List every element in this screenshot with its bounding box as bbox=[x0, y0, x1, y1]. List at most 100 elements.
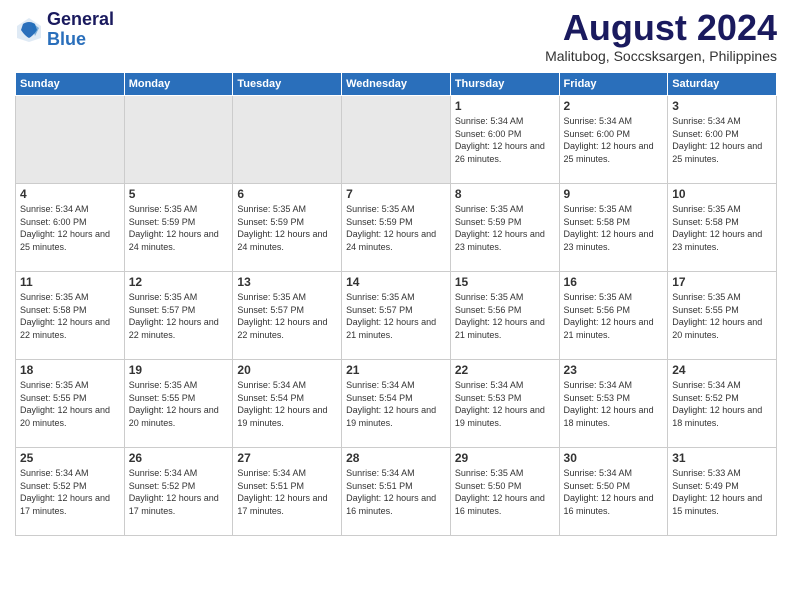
day-number: 11 bbox=[20, 275, 120, 289]
logo-text: General Blue bbox=[47, 10, 114, 50]
day-number: 1 bbox=[455, 99, 555, 113]
day-number: 29 bbox=[455, 451, 555, 465]
calendar-cell: 28Sunrise: 5:34 AMSunset: 5:51 PMDayligh… bbox=[342, 448, 451, 536]
calendar-cell: 16 Sunrise: 5:35 AMSunset: 5:56 PMDayligh… bbox=[559, 272, 668, 360]
day-info: Sunrise: 5:35 AMSunset: 5:59 PMDaylight:… bbox=[346, 203, 446, 253]
header: General Blue August 2024 Malitubog, Socc… bbox=[15, 10, 777, 64]
day-info: Sunrise: 5:34 AMSunset: 6:00 PMDaylight:… bbox=[20, 203, 120, 253]
week-row: 4 Sunrise: 5:34 AMSunset: 6:00 PMDaylight… bbox=[16, 184, 777, 272]
day-number: 6 bbox=[237, 187, 337, 201]
calendar-cell: 8Sunrise: 5:35 AMSunset: 5:59 PMDaylight… bbox=[450, 184, 559, 272]
calendar-cell: 31Sunrise: 5:33 AMSunset: 5:49 PMDayligh… bbox=[668, 448, 777, 536]
weekday-header: Monday bbox=[124, 73, 233, 96]
day-number: 25 bbox=[20, 451, 120, 465]
day-number: 23 bbox=[564, 363, 664, 377]
day-info: Sunrise: 5:35 AMSunset: 5:59 PMDaylight:… bbox=[237, 203, 337, 253]
day-number: 20 bbox=[237, 363, 337, 377]
day-info: Sunrise: 5:34 AMSunset: 5:51 PMDaylight:… bbox=[237, 467, 337, 517]
day-number: 19 bbox=[129, 363, 229, 377]
calendar-cell: 14 Sunrise: 5:35 AMSunset: 5:57 PMDayligh… bbox=[342, 272, 451, 360]
day-number: 21 bbox=[346, 363, 446, 377]
day-number: 5 bbox=[129, 187, 229, 201]
calendar-cell: 7Sunrise: 5:35 AMSunset: 5:59 PMDaylight… bbox=[342, 184, 451, 272]
calendar-cell: 11Sunrise: 5:35 AMSunset: 5:58 PMDayligh… bbox=[16, 272, 125, 360]
calendar-cell: 19Sunrise: 5:35 AMSunset: 5:55 PMDayligh… bbox=[124, 360, 233, 448]
calendar-cell bbox=[233, 96, 342, 184]
day-number: 22 bbox=[455, 363, 555, 377]
calendar-cell: 23 Sunrise: 5:34 AMSunset: 5:53 PMDayligh… bbox=[559, 360, 668, 448]
calendar-cell: 5 Sunrise: 5:35 AMSunset: 5:59 PMDaylight… bbox=[124, 184, 233, 272]
day-number: 4 bbox=[20, 187, 120, 201]
day-info: Sunrise: 5:34 AMSunset: 5:52 PMDaylight:… bbox=[129, 467, 229, 517]
week-row: 1 Sunrise: 5:34 AMSunset: 6:00 PMDaylight… bbox=[16, 96, 777, 184]
day-info: Sunrise: 5:34 AMSunset: 5:54 PMDaylight:… bbox=[346, 379, 446, 429]
day-info: Sunrise: 5:34 AMSunset: 5:50 PMDaylight:… bbox=[564, 467, 664, 517]
day-number: 14 bbox=[346, 275, 446, 289]
day-number: 17 bbox=[672, 275, 772, 289]
calendar-cell: 1 Sunrise: 5:34 AMSunset: 6:00 PMDaylight… bbox=[450, 96, 559, 184]
calendar-cell: 13 Sunrise: 5:35 AMSunset: 5:57 PMDayligh… bbox=[233, 272, 342, 360]
calendar-cell: 24 Sunrise: 5:34 AMSunset: 5:52 PMDayligh… bbox=[668, 360, 777, 448]
day-info: Sunrise: 5:35 AMSunset: 5:59 PMDaylight:… bbox=[129, 203, 229, 253]
day-info: Sunrise: 5:35 AMSunset: 5:57 PMDaylight:… bbox=[129, 291, 229, 341]
day-number: 24 bbox=[672, 363, 772, 377]
title-block: August 2024 Malitubog, Soccsksargen, Phi… bbox=[545, 10, 777, 64]
calendar-cell: 2 Sunrise: 5:34 AMSunset: 6:00 PMDaylight… bbox=[559, 96, 668, 184]
day-info: Sunrise: 5:35 AMSunset: 5:57 PMDaylight:… bbox=[346, 291, 446, 341]
day-info: Sunrise: 5:34 AMSunset: 5:51 PMDaylight:… bbox=[346, 467, 446, 517]
day-info: Sunrise: 5:35 AMSunset: 5:56 PMDaylight:… bbox=[564, 291, 664, 341]
calendar-cell: 21 Sunrise: 5:34 AMSunset: 5:54 PMDayligh… bbox=[342, 360, 451, 448]
day-info: Sunrise: 5:35 AMSunset: 5:58 PMDaylight:… bbox=[564, 203, 664, 253]
day-number: 13 bbox=[237, 275, 337, 289]
calendar-cell: 30 Sunrise: 5:34 AMSunset: 5:50 PMDayligh… bbox=[559, 448, 668, 536]
calendar-cell: 25 Sunrise: 5:34 AMSunset: 5:52 PMDayligh… bbox=[16, 448, 125, 536]
day-number: 18 bbox=[20, 363, 120, 377]
day-info: Sunrise: 5:34 AMSunset: 5:52 PMDaylight:… bbox=[672, 379, 772, 429]
day-number: 16 bbox=[564, 275, 664, 289]
day-number: 30 bbox=[564, 451, 664, 465]
weekday-header-row: SundayMondayTuesdayWednesdayThursdayFrid… bbox=[16, 73, 777, 96]
day-number: 15 bbox=[455, 275, 555, 289]
calendar-cell: 18 Sunrise: 5:35 AMSunset: 5:55 PMDayligh… bbox=[16, 360, 125, 448]
day-number: 2 bbox=[564, 99, 664, 113]
calendar-table: SundayMondayTuesdayWednesdayThursdayFrid… bbox=[15, 72, 777, 536]
day-info: Sunrise: 5:34 AMSunset: 6:00 PMDaylight:… bbox=[564, 115, 664, 165]
week-row: 25 Sunrise: 5:34 AMSunset: 5:52 PMDayligh… bbox=[16, 448, 777, 536]
calendar-cell: 15 Sunrise: 5:35 AMSunset: 5:56 PMDayligh… bbox=[450, 272, 559, 360]
weekday-header: Wednesday bbox=[342, 73, 451, 96]
weekday-header: Friday bbox=[559, 73, 668, 96]
day-info: Sunrise: 5:34 AMSunset: 5:53 PMDaylight:… bbox=[455, 379, 555, 429]
calendar-cell: 6 Sunrise: 5:35 AMSunset: 5:59 PMDaylight… bbox=[233, 184, 342, 272]
calendar-cell: 22 Sunrise: 5:34 AMSunset: 5:53 PMDayligh… bbox=[450, 360, 559, 448]
weekday-header: Tuesday bbox=[233, 73, 342, 96]
day-info: Sunrise: 5:35 AMSunset: 5:59 PMDaylight:… bbox=[455, 203, 555, 253]
day-info: Sunrise: 5:34 AMSunset: 5:54 PMDaylight:… bbox=[237, 379, 337, 429]
calendar-cell: 20 Sunrise: 5:34 AMSunset: 5:54 PMDayligh… bbox=[233, 360, 342, 448]
day-info: Sunrise: 5:34 AMSunset: 6:00 PMDaylight:… bbox=[672, 115, 772, 165]
day-info: Sunrise: 5:34 AMSunset: 6:00 PMDaylight:… bbox=[455, 115, 555, 165]
day-number: 10 bbox=[672, 187, 772, 201]
weekday-header: Thursday bbox=[450, 73, 559, 96]
day-info: Sunrise: 5:34 AMSunset: 5:53 PMDaylight:… bbox=[564, 379, 664, 429]
calendar-cell: 29Sunrise: 5:35 AMSunset: 5:50 PMDayligh… bbox=[450, 448, 559, 536]
day-number: 9 bbox=[564, 187, 664, 201]
calendar-cell: 27 Sunrise: 5:34 AMSunset: 5:51 PMDayligh… bbox=[233, 448, 342, 536]
calendar-cell bbox=[124, 96, 233, 184]
day-number: 31 bbox=[672, 451, 772, 465]
calendar-cell bbox=[16, 96, 125, 184]
day-number: 3 bbox=[672, 99, 772, 113]
day-number: 27 bbox=[237, 451, 337, 465]
page: General Blue August 2024 Malitubog, Socc… bbox=[0, 0, 792, 612]
logo: General Blue bbox=[15, 10, 114, 50]
weekday-header: Sunday bbox=[16, 73, 125, 96]
day-info: Sunrise: 5:35 AMSunset: 5:57 PMDaylight:… bbox=[237, 291, 337, 341]
calendar-cell: 26 Sunrise: 5:34 AMSunset: 5:52 PMDayligh… bbox=[124, 448, 233, 536]
weekday-header: Saturday bbox=[668, 73, 777, 96]
day-number: 26 bbox=[129, 451, 229, 465]
calendar-cell: 9 Sunrise: 5:35 AMSunset: 5:58 PMDaylight… bbox=[559, 184, 668, 272]
day-info: Sunrise: 5:34 AMSunset: 5:52 PMDaylight:… bbox=[20, 467, 120, 517]
day-info: Sunrise: 5:35 AMSunset: 5:56 PMDaylight:… bbox=[455, 291, 555, 341]
calendar-cell: 17Sunrise: 5:35 AMSunset: 5:55 PMDayligh… bbox=[668, 272, 777, 360]
month-title: August 2024 bbox=[545, 10, 777, 46]
day-info: Sunrise: 5:35 AMSunset: 5:55 PMDaylight:… bbox=[20, 379, 120, 429]
